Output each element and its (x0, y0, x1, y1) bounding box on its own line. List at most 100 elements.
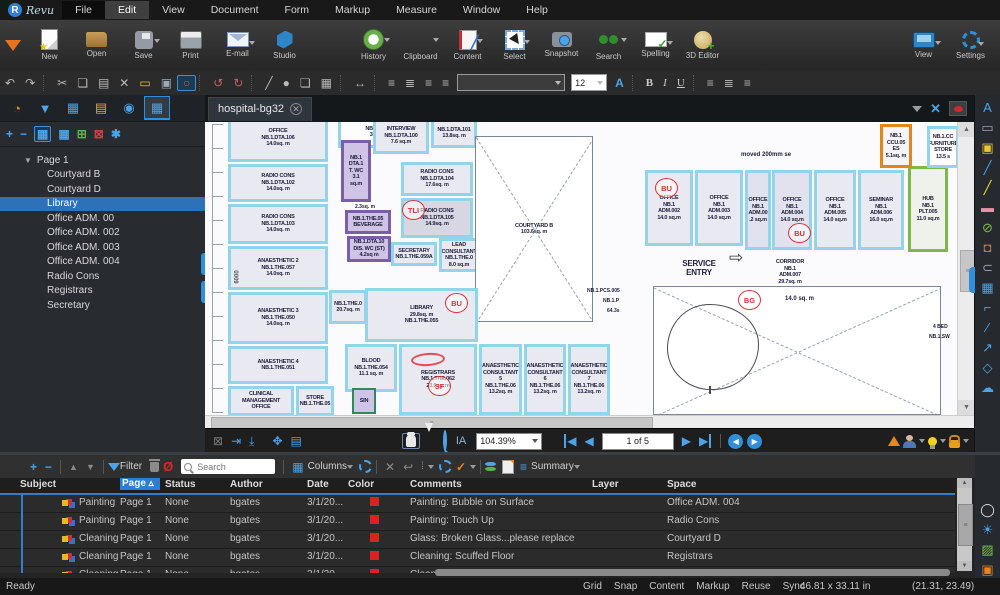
comment-add-button[interactable]: ⊞ (77, 127, 87, 141)
markup-search-box[interactable] (181, 459, 275, 474)
image-tool-icon[interactable]: ▨ (981, 543, 993, 556)
scroll-down-icon[interactable]: ▼ (958, 400, 975, 415)
tree-item-registrars[interactable]: Registrars (0, 284, 205, 299)
right-panel-collapse-handle[interactable] (969, 267, 975, 293)
spaces-a-button[interactable]: ▦ (34, 126, 51, 142)
list-justify-button[interactable]: ≡ (437, 76, 454, 90)
close-document-button[interactable]: ✕ (930, 101, 941, 117)
status-toggle-content[interactable]: Content (649, 581, 684, 592)
dropdown-caret-icon[interactable] (524, 40, 530, 44)
menu-item-form[interactable]: Form (272, 1, 323, 19)
table-scroll-thumb[interactable]: ≡ (958, 504, 973, 546)
bold-button[interactable]: B (641, 77, 658, 89)
menu-item-edit[interactable]: Edit (105, 1, 149, 19)
italic-button[interactable]: I (658, 77, 672, 89)
scroll-up-icon[interactable]: ▲ (958, 122, 975, 137)
rotate-ccw-button[interactable]: ↺ (208, 76, 228, 90)
line-tool-icon[interactable]: ∕ (986, 321, 988, 334)
font-family-select[interactable] (457, 74, 565, 91)
table-row-1[interactable]: PaintingPage 1Nonebgates3/1/20...Paintin… (0, 495, 955, 513)
table-row-2[interactable]: PaintingPage 1Nonebgates3/1/20...Paintin… (0, 513, 955, 531)
tips-dropdown-icon[interactable] (940, 439, 946, 443)
document-tab[interactable]: hospital-bg32 ✕ (208, 97, 312, 121)
dropdown-caret-icon[interactable] (667, 41, 673, 45)
text-tool-icon[interactable]: A (983, 101, 992, 114)
font-color-button[interactable]: A (610, 76, 629, 90)
comment-delete-button[interactable]: ⊠ (94, 127, 104, 141)
dot-button[interactable]: ● (278, 76, 295, 90)
move-up-button[interactable]: ▲ (69, 462, 78, 472)
mesh-button[interactable]: ▦ (316, 76, 337, 90)
strike-tool-icon[interactable]: ⊘ (982, 221, 993, 234)
document-tab-close-icon[interactable]: ✕ (290, 103, 302, 115)
tree-item-office-adm-004[interactable]: Office ADM. 004 (0, 255, 205, 270)
menu-item-help[interactable]: Help (513, 1, 561, 19)
summary-label[interactable]: Summary (531, 461, 574, 472)
menu-item-measure[interactable]: Measure (383, 1, 450, 19)
tree-item-office-adm-00[interactable]: Office ADM. 00 (0, 211, 205, 226)
toolbar-button-save[interactable]: Save (120, 20, 167, 70)
polygon-tool-icon[interactable]: ◇ (983, 361, 993, 374)
fit-page-icon[interactable]: ⤓ (249, 434, 254, 449)
underline-button[interactable]: U (672, 77, 690, 89)
unlock-icon[interactable] (949, 440, 960, 448)
remove-button[interactable]: − (20, 127, 27, 141)
dropdown-caret-icon[interactable] (978, 42, 984, 46)
stamp-tool-icon[interactable]: ◘ (984, 241, 992, 254)
status-toggle-snap[interactable]: Snap (614, 581, 637, 592)
crop-tool-icon[interactable]: ▣ (981, 563, 993, 576)
columns-label[interactable]: Columns (308, 461, 347, 472)
tree-item-office-adm-002[interactable]: Office ADM. 002 (0, 226, 205, 241)
list-settings-icon[interactable] (439, 460, 452, 473)
summary-icon[interactable]: ≡ (520, 460, 527, 474)
previous-view-button[interactable]: ◀ (728, 434, 743, 449)
columns-dropdown-icon[interactable] (347, 465, 353, 469)
cloud-tool-icon[interactable]: ☁ (981, 381, 994, 394)
markup-annotation-bu[interactable]: BU (655, 178, 678, 198)
pdf-canvas-floorplan[interactable]: OFFICENB.1.DTA.10614.0sq. mRADIO CONSNB.… (205, 122, 957, 415)
paste-button[interactable]: ▤ (93, 76, 114, 90)
pen-tool-icon[interactable]: ╱ (984, 161, 992, 174)
toolbar-button-e-mail[interactable]: E-mail (214, 20, 261, 70)
table-scroll-down-icon[interactable]: ▼ (957, 561, 972, 571)
toolbar-button-settings[interactable]: Settings (947, 20, 994, 70)
toolbar-button-3d-editor[interactable]: 3D Editor (679, 20, 726, 70)
menu-item-file[interactable]: File (62, 1, 105, 19)
menu-item-document[interactable]: Document (198, 1, 272, 19)
toolbar-button-new[interactable]: New (26, 20, 73, 70)
columns-icon[interactable]: ▦ (292, 460, 303, 474)
column-header-comments[interactable]: Comments (410, 479, 462, 490)
status-toggle-grid[interactable]: Grid (583, 581, 602, 592)
markup-annotation-tli[interactable]: TLI (402, 200, 425, 220)
flatten-button[interactable]: ▭ (134, 76, 155, 90)
summary-dropdown-icon[interactable] (574, 465, 580, 469)
status-dropdown-icon[interactable] (428, 465, 434, 469)
column-header-subject[interactable]: Subject (20, 479, 56, 490)
callout-tool-icon[interactable]: ⌐ (984, 301, 992, 314)
zoom-tool-button[interactable] (443, 432, 447, 450)
toolbar-button-print[interactable]: Print (167, 20, 214, 70)
tree-item-secretary[interactable]: Secretary (0, 298, 205, 313)
dropdown-caret-icon[interactable] (249, 41, 255, 45)
panel-tab-measurements[interactable]: ◔ (4, 96, 30, 120)
reply-icon[interactable]: ↩ (403, 460, 413, 474)
next-page-button[interactable]: ▶ (682, 434, 691, 448)
column-header-page[interactable]: Page ▵ (120, 478, 160, 490)
filter-icon[interactable] (108, 463, 120, 471)
close-view-icon[interactable]: ⊠ (213, 434, 223, 448)
table-vertical-scrollbar[interactable]: ▲ ≡ ▼ (957, 478, 972, 571)
import-data-icon[interactable] (485, 462, 496, 471)
tree-item-radio-cons[interactable]: Radio Cons (0, 269, 205, 284)
select-text-button[interactable]: ΙA (456, 435, 466, 447)
dropdown-caret-icon[interactable] (477, 39, 483, 43)
redo-button[interactable]: ↷ (20, 76, 40, 90)
horizontal-scrollbar[interactable]: ≡ (205, 415, 974, 429)
markup-mode-icon[interactable] (949, 101, 967, 116)
dimension-button[interactable]: ↔ (349, 76, 371, 90)
note-tool-icon[interactable]: ▣ (981, 141, 993, 154)
split-view-icon[interactable]: ▤ (291, 434, 302, 448)
eraser-tool-icon[interactable]: ▬ (981, 201, 994, 214)
panel-tab-tool-chest[interactable]: ▤ (88, 96, 114, 120)
last-page-button[interactable]: ▶ (699, 434, 711, 448)
checkmark-icon[interactable]: ✓ (456, 460, 466, 474)
